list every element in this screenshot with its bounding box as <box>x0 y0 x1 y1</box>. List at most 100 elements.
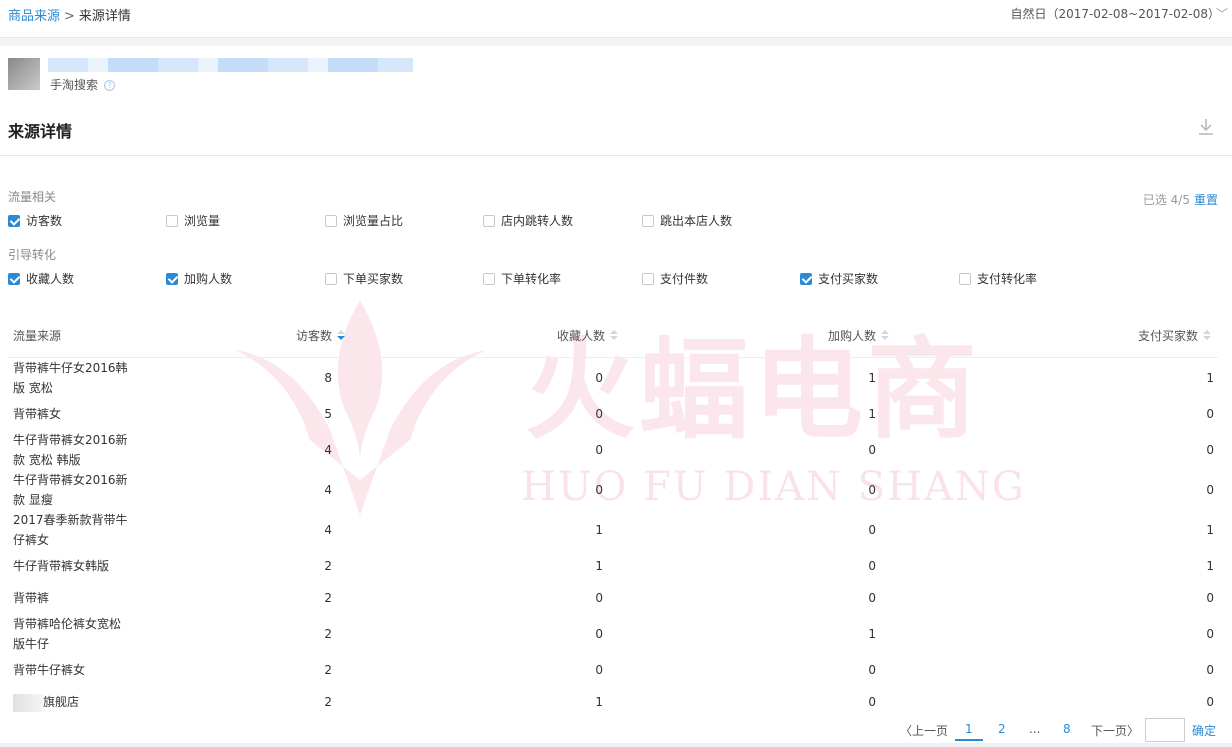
help-icon[interactable]: ? <box>104 80 116 91</box>
filter-group-label-traffic: 流量相关 <box>8 190 57 204</box>
reset-button[interactable]: 重置 <box>1194 193 1218 207</box>
filter-checkbox-label: 支付买家数 <box>818 272 879 286</box>
download-icon[interactable] <box>1198 118 1214 136</box>
filter-checkbox[interactable]: 店内跳转人数 <box>483 212 573 229</box>
filter-checkbox[interactable]: 支付件数 <box>642 270 708 287</box>
column-header-cart[interactable]: 加购人数 <box>828 327 890 344</box>
page-8-button[interactable]: 8 <box>1063 722 1071 736</box>
page-1-button[interactable]: 1 <box>955 722 983 741</box>
sort-icon[interactable] <box>1203 329 1212 342</box>
source-name-line: 旗舰店 <box>43 695 80 709</box>
filter-checkbox[interactable]: 访客数 <box>8 212 62 229</box>
source-name-line: 牛仔背带裤女2016新 <box>13 473 128 487</box>
source-name-line: 背带裤哈伦裤女宽松 <box>13 617 122 631</box>
source-name-cell[interactable]: 背带裤 <box>13 588 138 608</box>
source-name-cell[interactable]: 2017春季新款背带牛 仔裤女 <box>13 510 138 550</box>
filter-checkbox[interactable]: 下单转化率 <box>483 270 561 287</box>
filter-checkbox[interactable]: 收藏人数 <box>8 270 74 287</box>
checkbox-unchecked-icon[interactable] <box>483 272 495 285</box>
sort-icon[interactable] <box>610 329 619 342</box>
buyers-cell: 1 <box>1206 559 1214 573</box>
checkbox-checked-icon[interactable] <box>8 272 20 285</box>
filter-checkbox[interactable]: 支付转化率 <box>959 270 1037 287</box>
checkbox-unchecked-icon[interactable] <box>642 214 654 227</box>
page-jump-input[interactable] <box>1145 718 1185 742</box>
favorites-cell: 1 <box>595 695 603 709</box>
section-gap <box>0 38 1232 46</box>
source-name-cell[interactable]: 背带牛仔裤女 <box>13 660 138 680</box>
source-name-line: 牛仔背带裤女2016新 <box>13 433 128 447</box>
source-name-cell[interactable]: 旗舰店 <box>13 692 138 712</box>
source-name-line: 版牛仔 <box>13 637 50 651</box>
checkbox-unchecked-icon[interactable] <box>325 214 337 227</box>
filter-checkbox[interactable]: 浏览量 <box>166 212 220 229</box>
confirm-button[interactable]: 确定 <box>1192 722 1216 739</box>
source-name-cell[interactable]: 背带裤哈伦裤女宽松 版牛仔 <box>13 614 138 654</box>
checkbox-checked-icon[interactable] <box>166 272 178 285</box>
column-header-visitors[interactable]: 访客数 <box>296 327 346 344</box>
filter-checkbox-label: 店内跳转人数 <box>501 214 574 228</box>
cart-cell: 0 <box>868 483 876 497</box>
source-name-line: 款 显瘦 <box>13 493 53 507</box>
product-thumbnail[interactable] <box>8 58 40 90</box>
source-name-cell[interactable]: 牛仔背带裤女2016新款 宽松 韩版 <box>13 430 138 470</box>
table-row: 2017春季新款背带牛 仔裤女 4 1 0 1 <box>0 510 1232 550</box>
column-header-buyers[interactable]: 支付买家数 <box>1138 327 1212 344</box>
table-row: 牛仔背带裤女韩版 2 1 0 1 <box>0 556 1232 576</box>
product-title-blurred[interactable] <box>48 58 413 72</box>
filter-checkbox-label: 支付件数 <box>660 272 709 286</box>
favorites-cell: 0 <box>595 663 603 677</box>
visitors-cell: 4 <box>324 483 332 497</box>
filter-checkbox-label: 访客数 <box>26 214 63 228</box>
column-header-favorites[interactable]: 收藏人数 <box>557 327 619 344</box>
product-source-label: 手淘搜索 <box>50 78 99 92</box>
cart-cell: 0 <box>868 443 876 457</box>
source-name-line: 款 宽松 韩版 <box>13 453 81 467</box>
checkbox-unchecked-icon[interactable] <box>642 272 654 285</box>
breadcrumb-parent-link[interactable]: 商品来源 <box>8 9 60 24</box>
favorites-cell: 0 <box>595 443 603 457</box>
checkbox-checked-icon[interactable] <box>800 272 812 285</box>
table-row: 背带牛仔裤女 2 0 0 0 <box>0 660 1232 680</box>
checkbox-checked-icon[interactable] <box>8 214 20 227</box>
visitors-cell: 2 <box>324 627 332 641</box>
table-row: 背带裤牛仔女2016韩版 宽松 8 0 1 1 <box>0 358 1232 398</box>
visitors-cell: 4 <box>324 523 332 537</box>
cart-cell: 1 <box>868 371 876 385</box>
source-name-line: 牛仔背带裤女韩版 <box>13 559 110 573</box>
page-2-button[interactable]: 2 <box>998 722 1006 736</box>
source-name-line: 仔裤女 <box>13 533 50 547</box>
checkbox-unchecked-icon[interactable] <box>325 272 337 285</box>
next-page-button[interactable]: 下一页〉 <box>1091 722 1139 739</box>
filter-checkbox[interactable]: 加购人数 <box>166 270 232 287</box>
cart-cell: 0 <box>868 591 876 605</box>
breadcrumb-separator: > <box>64 9 75 24</box>
buyers-cell: 0 <box>1206 443 1214 457</box>
buyers-cell: 0 <box>1206 407 1214 421</box>
table-row: 背带裤女 5 0 1 0 <box>0 404 1232 424</box>
source-name-cell[interactable]: 背带裤女 <box>13 404 138 424</box>
source-name-cell[interactable]: 牛仔背带裤女韩版 <box>13 556 138 576</box>
prev-page-button[interactable]: 〈上一页 <box>900 722 948 739</box>
checkbox-unchecked-icon[interactable] <box>166 214 178 227</box>
filter-checkbox[interactable]: 支付买家数 <box>800 270 878 287</box>
favorites-cell: 0 <box>595 483 603 497</box>
checkbox-unchecked-icon[interactable] <box>959 272 971 285</box>
favorites-cell: 0 <box>595 627 603 641</box>
favorites-cell: 0 <box>595 371 603 385</box>
favorites-cell: 1 <box>595 559 603 573</box>
breadcrumb: 商品来源 > 来源详情 <box>8 5 131 24</box>
filter-checkbox-label: 下单买家数 <box>343 272 404 286</box>
filter-checkbox[interactable]: 浏览量占比 <box>325 212 403 229</box>
sort-desc-icon[interactable] <box>337 329 346 342</box>
filter-checkbox-label: 下单转化率 <box>501 272 562 286</box>
filter-checkbox[interactable]: 跳出本店人数 <box>642 212 732 229</box>
source-name-cell[interactable]: 背带裤牛仔女2016韩版 宽松 <box>13 358 138 398</box>
cart-cell: 0 <box>868 663 876 677</box>
checkbox-unchecked-icon[interactable] <box>483 214 495 227</box>
date-range-selector[interactable]: 自然日（2017-02-08~2017-02-08） ﹀ <box>1010 5 1228 22</box>
source-name-cell[interactable]: 牛仔背带裤女2016新款 显瘦 <box>13 470 138 510</box>
filter-checkbox[interactable]: 下单买家数 <box>325 270 403 287</box>
sort-icon[interactable] <box>881 329 890 342</box>
table-row: 牛仔背带裤女2016新款 显瘦 4 0 0 0 <box>0 470 1232 510</box>
